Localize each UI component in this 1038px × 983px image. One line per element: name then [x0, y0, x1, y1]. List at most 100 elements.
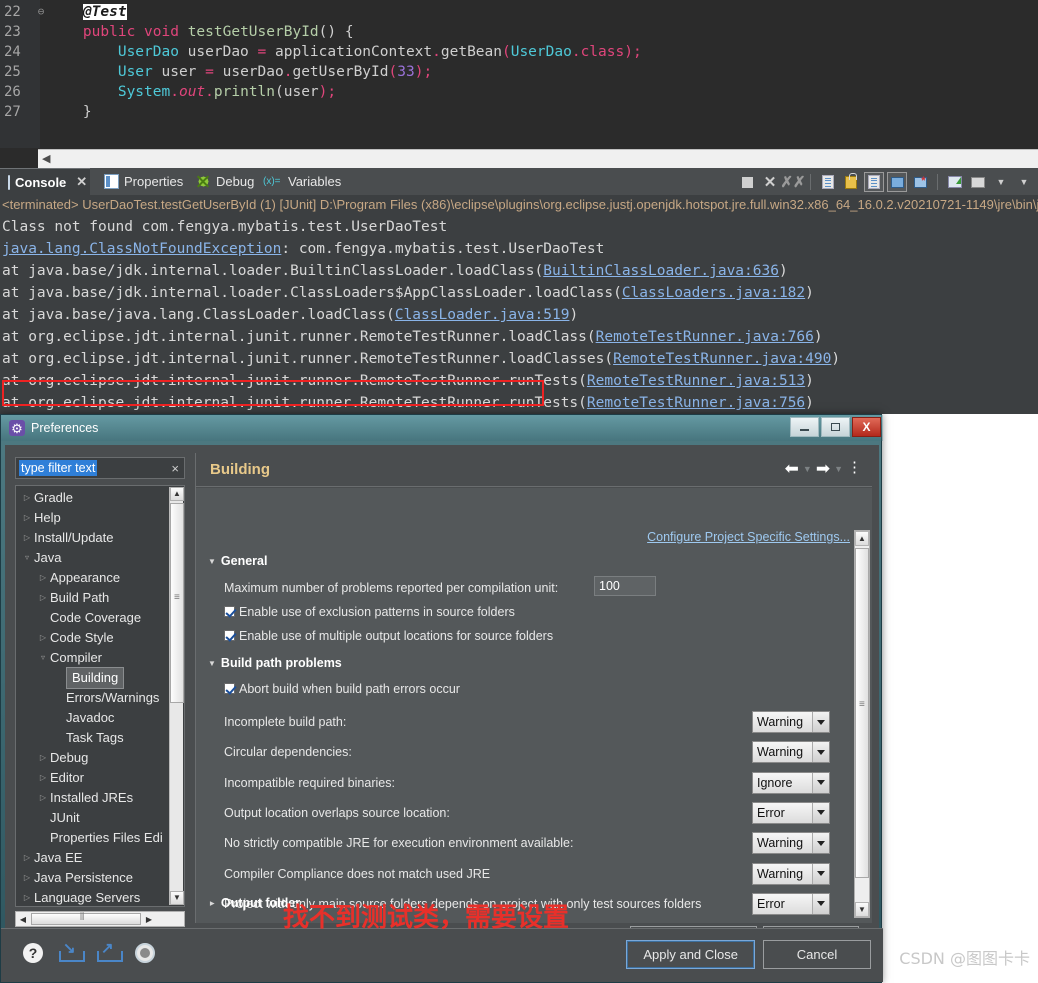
tree-item-debug[interactable]: ▷ Debug — [16, 748, 184, 768]
more-menu-icon[interactable]: ⋮ — [847, 461, 862, 475]
scroll-up-icon[interactable]: ▲ — [170, 487, 184, 501]
settings-vertical-scrollbar[interactable]: ▲ ▼ — [854, 530, 870, 918]
minimize-button[interactable] — [790, 417, 819, 437]
new-console-view-icon[interactable] — [968, 172, 988, 192]
dialog-titlebar[interactable]: Preferences X — [1, 415, 883, 441]
tree-scrollbar-thumb[interactable] — [170, 503, 184, 703]
checkbox-multiple-output-row[interactable]: Enable use of multiple output locations … — [224, 629, 553, 643]
max-problems-input[interactable]: 100 — [594, 576, 656, 596]
chevron-right-icon[interactable]: ▷ — [36, 628, 50, 648]
configure-project-specific-settings-link[interactable]: Configure Project Specific Settings... — [647, 530, 850, 544]
tree-item-compiler[interactable]: ▿ Compiler — [16, 648, 184, 668]
import-icon[interactable] — [59, 939, 85, 962]
chevron-down-icon[interactable] — [812, 712, 829, 732]
close-icon[interactable]: ✕ — [76, 174, 87, 190]
close-button[interactable]: X — [852, 417, 881, 437]
settings-scrollbar-thumb[interactable] — [855, 548, 869, 878]
checkbox-abort-build[interactable] — [224, 683, 235, 694]
chevron-down-icon[interactable]: ▿ — [20, 548, 34, 568]
tab-console[interactable]: Console ✕ — [0, 168, 90, 195]
tree-item-gradle[interactable]: ▷ Gradle — [16, 488, 184, 508]
scroll-lock-icon[interactable] — [841, 172, 861, 192]
back-icon[interactable]: ⬅ — [785, 460, 799, 477]
stacktrace-link[interactable]: BuiltinClassLoader.java:636 — [543, 263, 779, 279]
chevron-down-icon[interactable] — [812, 772, 829, 793]
chevron-right-icon[interactable]: ▷ — [20, 488, 34, 508]
remove-launch-icon[interactable]: ✕ — [760, 172, 780, 192]
tab-variables[interactable]: (x)= Variables — [255, 168, 349, 195]
tree-item-code-coverage[interactable]: Code Coverage — [16, 608, 184, 628]
severity-combo[interactable]: Warning — [752, 862, 830, 885]
stacktrace-link[interactable]: RemoteTestRunner.java:756 — [587, 395, 805, 411]
chevron-down-icon[interactable] — [812, 863, 829, 884]
tree-horizontal-scrollbar[interactable]: ◀ ▶ — [15, 911, 185, 927]
chevron-right-icon[interactable]: ▷ — [20, 528, 34, 548]
scroll-left-icon[interactable]: ◀ — [16, 915, 30, 924]
chevron-down-icon[interactable] — [812, 802, 829, 823]
help-icon[interactable]: ? — [23, 943, 43, 963]
tree-item-appearance[interactable]: ▷ Appearance — [16, 568, 184, 588]
checkbox-abort-row[interactable]: Abort build when build path errors occur — [224, 682, 460, 696]
stacktrace-link[interactable]: RemoteTestRunner.java:766 — [596, 329, 814, 345]
severity-combo[interactable]: Ignore — [752, 771, 830, 794]
tree-item-editor[interactable]: ▷ Editor — [16, 768, 184, 788]
filter-input-wrapper[interactable]: type filter text × — [15, 457, 185, 479]
open-console-icon[interactable] — [945, 172, 965, 192]
chevron-down-icon[interactable]: ▿ — [36, 648, 50, 668]
chevron-right-icon[interactable]: ▷ — [36, 588, 50, 608]
editor-scrollbar-track[interactable] — [38, 149, 1038, 169]
checkbox-multiple-output[interactable] — [224, 630, 235, 641]
severity-combo[interactable]: Error — [752, 892, 830, 915]
chevron-down-icon[interactable]: ▼ — [991, 172, 1011, 192]
stacktrace-link[interactable]: RemoteTestRunner.java:490 — [613, 351, 831, 367]
chevron-down-icon[interactable] — [812, 893, 829, 914]
remove-all-terminated-icon[interactable]: ✗✗ — [780, 172, 805, 192]
section-build-path-problems[interactable]: ▼ Build path problems — [208, 656, 342, 670]
chevron-right-icon[interactable]: ▷ — [36, 788, 50, 808]
console-output[interactable]: Class not found com.fengya.mybatis.test.… — [0, 216, 1038, 414]
tree-item-install-update[interactable]: ▷ Install/Update — [16, 528, 184, 548]
checkbox-exclusion-row[interactable]: Enable use of exclusion patterns in sour… — [224, 605, 515, 619]
severity-combo[interactable]: Warning — [752, 832, 830, 855]
tree-item-task-tags[interactable]: Task Tags — [16, 728, 184, 748]
chevron-right-icon[interactable]: ▷ — [36, 568, 50, 588]
severity-combo[interactable]: Warning — [752, 711, 830, 733]
chevron-down-icon[interactable] — [812, 742, 829, 763]
maximize-button[interactable] — [821, 417, 850, 437]
scroll-down-icon[interactable]: ▼ — [170, 891, 184, 905]
tree-vertical-scrollbar[interactable]: ▲ ▼ — [169, 487, 184, 905]
back-dropdown-icon[interactable]: ▼ — [803, 464, 812, 474]
view-menu-icon[interactable]: ▼ — [1014, 172, 1034, 192]
filter-input[interactable]: type filter text — [19, 460, 98, 476]
tree-item-javadoc[interactable]: Javadoc — [16, 708, 184, 728]
tree-item-java-ee[interactable]: ▷ Java EE — [16, 848, 184, 868]
tree-item-java[interactable]: ▿ Java — [16, 548, 184, 568]
display-selected-console-icon[interactable] — [910, 172, 930, 192]
tree-item-errors-warnings[interactable]: Errors/Warnings — [16, 688, 184, 708]
chevron-right-icon[interactable]: ▷ — [20, 508, 34, 528]
clear-icon[interactable]: × — [171, 461, 179, 476]
apply-and-close-button[interactable]: Apply and Close — [626, 940, 755, 969]
editor-horizontal-scrollbar[interactable]: ◀ — [0, 148, 1038, 169]
tab-properties[interactable]: Properties — [96, 168, 191, 195]
show-console-on-output-icon[interactable] — [864, 172, 884, 192]
tree-item-code-style[interactable]: ▷ Code Style — [16, 628, 184, 648]
tree-item-junit[interactable]: JUnit — [16, 808, 184, 828]
tree-item-java-persistence[interactable]: ▷ Java Persistence — [16, 868, 184, 888]
tree-item-build-path[interactable]: ▷ Build Path — [16, 588, 184, 608]
code-editor[interactable]: 22 ⊖ @Test 23 public void testGetUserById(… — [0, 0, 1038, 148]
stacktrace-link[interactable]: ClassLoader.java:519 — [395, 307, 570, 323]
chevron-right-icon[interactable]: ▷ — [36, 748, 50, 768]
chevron-right-icon[interactable]: ▷ — [36, 768, 50, 788]
export-icon[interactable] — [97, 939, 123, 962]
stacktrace-link[interactable]: RemoteTestRunner.java:513 — [587, 373, 805, 389]
preferences-tree[interactable]: ▷ Gradle ▷ Help ▷ Install/Update ▿ Java ▷ Appeara… — [15, 485, 185, 907]
record-icon[interactable] — [135, 943, 155, 963]
scroll-left-icon[interactable]: ◀ — [42, 153, 52, 165]
stacktrace-link[interactable]: ClassLoaders.java:182 — [622, 285, 805, 301]
tree-item-installed-jres[interactable]: ▷ Installed JREs — [16, 788, 184, 808]
checkbox-exclusion[interactable] — [224, 606, 235, 617]
chevron-right-icon[interactable]: ▷ — [20, 888, 34, 906]
chevron-right-icon[interactable]: ▷ — [20, 868, 34, 888]
chevron-right-icon[interactable]: ▷ — [20, 848, 34, 868]
